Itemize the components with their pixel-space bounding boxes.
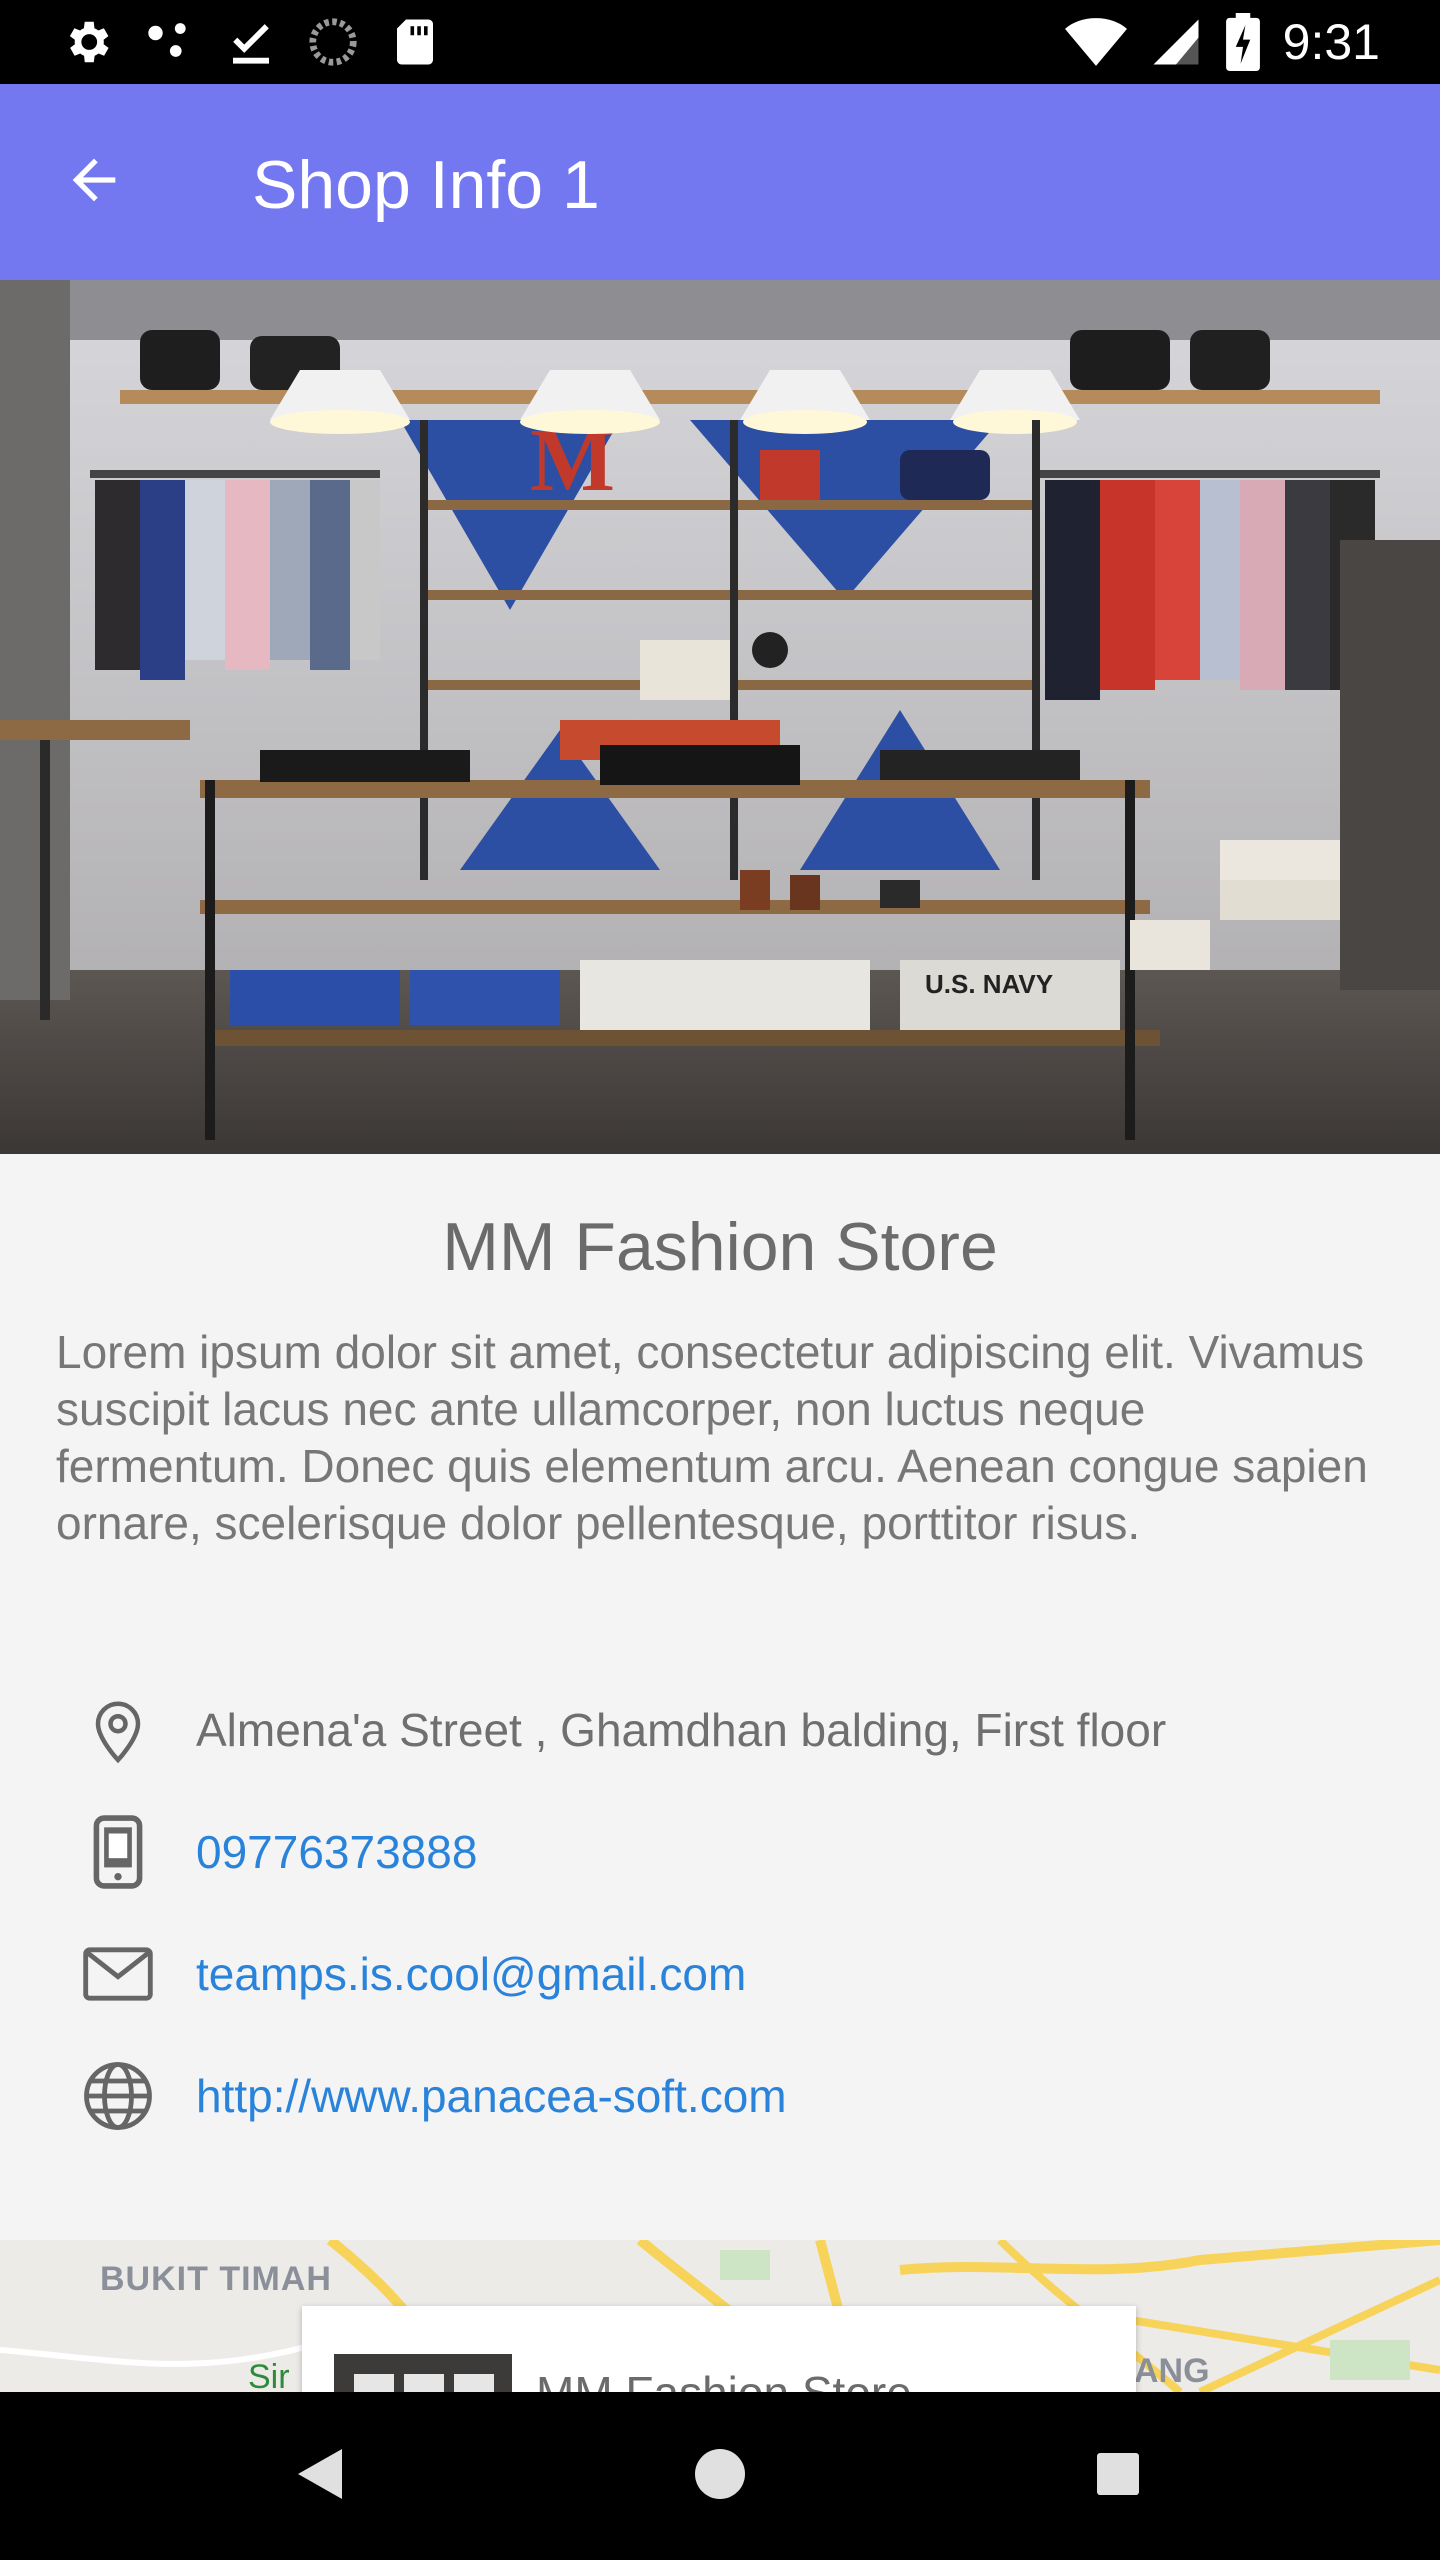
share-dots-icon: [142, 15, 196, 69]
address-row: Almena'a Street , Ghamdhan balding, Firs…: [0, 1680, 1440, 1780]
wifi-icon: [1064, 15, 1127, 69]
gear-icon: [60, 15, 114, 69]
map-label-left: Sir: [248, 2358, 290, 2392]
status-bar: 9:31: [0, 0, 1440, 84]
website-link[interactable]: http://www.panacea-soft.com: [196, 2069, 787, 2123]
map-label-area: BUKIT TIMAH: [100, 2260, 332, 2298]
map-info-card[interactable]: MM Fashion Store: [302, 2306, 1136, 2392]
location-pin-icon: [76, 1688, 160, 1772]
signal-icon: [1149, 15, 1203, 69]
clock: 9:31: [1282, 14, 1380, 70]
shop-info-panel: MM Fashion Store Lorem ipsum dolor sit a…: [0, 1154, 1440, 2240]
nav-recents-button[interactable]: [1078, 2436, 1158, 2516]
battery-charging-icon: [1225, 13, 1261, 71]
status-left-icons: [60, 14, 442, 70]
shop-interior-photo: M U.S. NAVY: [0, 280, 1440, 1154]
home-circle-icon: [695, 2448, 745, 2504]
website-row[interactable]: http://www.panacea-soft.com: [0, 2046, 1440, 2146]
nav-home-button[interactable]: [680, 2436, 760, 2516]
sd-card-icon: [388, 15, 442, 69]
status-right-icons: 9:31: [1064, 13, 1380, 71]
shop-description: Lorem ipsum dolor sit amet, consectetur …: [56, 1326, 1368, 1549]
phone-link[interactable]: 09776373888: [196, 1825, 477, 1879]
arrow-back-icon: [62, 148, 126, 217]
page-title: Shop Info 1: [252, 147, 600, 223]
address-text: Almena'a Street , Ghamdhan balding, Firs…: [196, 1704, 1167, 1756]
mobile-phone-icon: [76, 1810, 160, 1894]
system-nav-bar: [0, 2392, 1440, 2560]
map-card-thumbnail: [334, 2354, 512, 2392]
phone-row[interactable]: 09776373888: [0, 1802, 1440, 1902]
back-button[interactable]: [56, 144, 132, 220]
sync-spinner-icon: [306, 15, 360, 69]
recents-square-icon: [1097, 2452, 1139, 2500]
shop-name: MM Fashion Store: [442, 1209, 998, 1285]
svg-text:U.S. NAVY: U.S. NAVY: [925, 969, 1053, 999]
app-bar: Shop Info 1: [0, 84, 1440, 280]
map-label-right: ANG: [1134, 2352, 1210, 2390]
download-done-icon: [224, 15, 278, 69]
back-triangle-icon: [298, 2448, 342, 2504]
nav-back-button[interactable]: [280, 2436, 360, 2516]
map-card-title: MM Fashion Store: [536, 2366, 912, 2392]
shop-map[interactable]: BUKIT TIMAH Sir ANG MM Fashion Store: [0, 2240, 1440, 2392]
globe-icon: [76, 2054, 160, 2138]
email-link[interactable]: teamps.is.cool@gmail.com: [196, 1947, 746, 2001]
email-row[interactable]: teamps.is.cool@gmail.com: [0, 1924, 1440, 2024]
mail-icon: [76, 1932, 160, 2016]
shop-hero-image: M U.S. NAVY: [0, 280, 1440, 1154]
